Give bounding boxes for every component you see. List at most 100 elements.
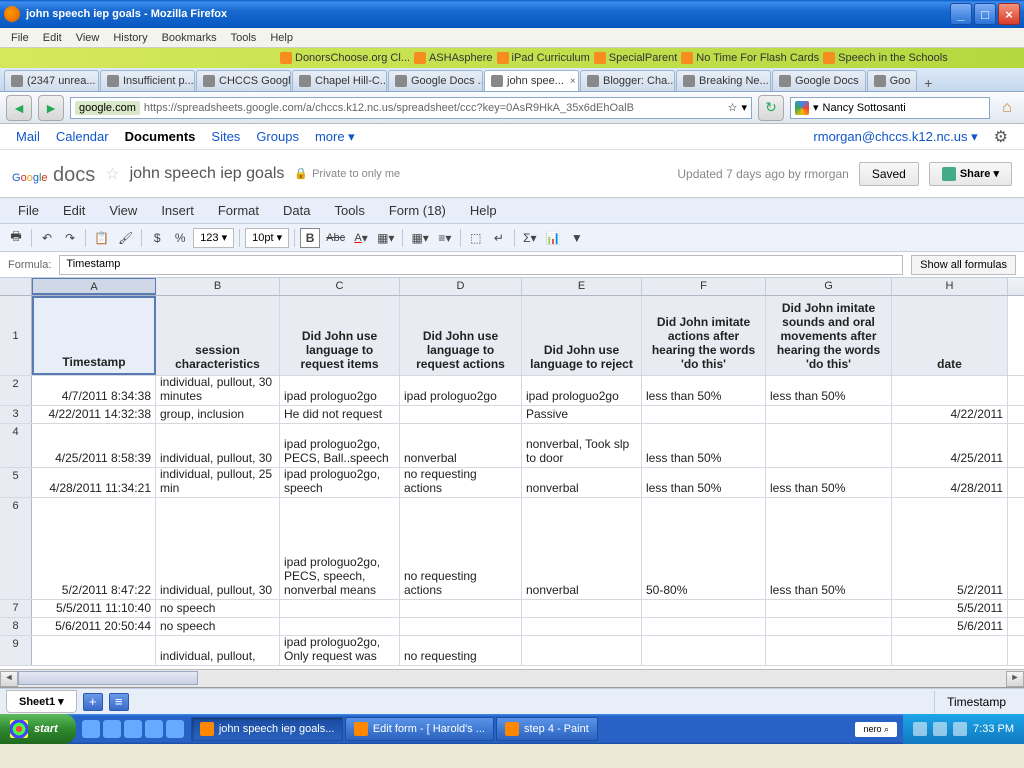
url-bar[interactable]: google.com https://spreadsheets.google.c… [70, 97, 752, 119]
scroll-left-button[interactable]: ◄ [0, 671, 18, 687]
row-number[interactable]: 4 [0, 424, 32, 467]
browser-tab[interactable]: Google Docs [772, 70, 866, 91]
cell[interactable]: less than 50% [766, 498, 892, 599]
close-button[interactable]: × [998, 3, 1020, 25]
header-cell[interactable]: Did John use language to reject [522, 296, 642, 375]
cell[interactable] [766, 636, 892, 665]
cell[interactable]: Passive [522, 406, 642, 423]
ql-icon[interactable] [82, 720, 100, 738]
redo-icon[interactable]: ↷ [60, 228, 80, 248]
ql-icon[interactable] [103, 720, 121, 738]
gear-icon[interactable]: ⚙ [994, 127, 1008, 147]
cell[interactable]: 4/28/2011 11:34:21 [32, 468, 156, 497]
share-button[interactable]: Share ▾ [929, 162, 1012, 186]
col-header-a[interactable]: A [32, 278, 156, 295]
docs-menu-form[interactable]: Form (18) [379, 199, 456, 222]
tray-icon[interactable] [913, 722, 927, 736]
cell[interactable] [766, 600, 892, 617]
nero-widget[interactable]: nero ⌕ [855, 722, 897, 737]
docs-menu-data[interactable]: Data [273, 199, 320, 222]
docs-menu-format[interactable]: Format [208, 199, 269, 222]
col-header-e[interactable]: E [522, 278, 642, 295]
cell[interactable] [32, 636, 156, 665]
cell[interactable]: 5/6/2011 [892, 618, 1008, 635]
menu-edit[interactable]: Edit [36, 30, 69, 46]
col-header-c[interactable]: C [280, 278, 400, 295]
search-bar[interactable]: ▾ Nancy Sottosanti [790, 97, 990, 119]
cell[interactable] [280, 600, 400, 617]
percent-icon[interactable]: % [170, 228, 190, 248]
sheet-list-button[interactable]: ≡ [109, 693, 129, 711]
show-all-formulas-button[interactable]: Show all formulas [911, 255, 1016, 275]
formula-icon[interactable]: Σ▾ [520, 228, 540, 248]
menu-help[interactable]: Help [263, 30, 300, 46]
star-icon[interactable]: ☆ [105, 164, 119, 184]
user-email[interactable]: rmorgan@chccs.k12.nc.us ▾ [813, 129, 977, 145]
cell[interactable]: ipad prologuo2go, Only request was [280, 636, 400, 665]
menu-bookmarks[interactable]: Bookmarks [155, 30, 224, 46]
cell[interactable]: ipad prologuo2go, PECS, Ball..speech [280, 424, 400, 467]
scroll-thumb[interactable] [18, 671, 198, 685]
cell[interactable]: less than 50% [766, 376, 892, 405]
cell[interactable]: 4/25/2011 8:58:39 [32, 424, 156, 467]
print-icon[interactable]: 🖶 [6, 228, 26, 248]
cell[interactable]: ipad prologuo2go [522, 376, 642, 405]
fill-color-icon[interactable]: ▦▾ [374, 228, 397, 248]
cell[interactable]: ipad prologuo2go, PECS, speech, nonverba… [280, 498, 400, 599]
font-size-select[interactable]: 10pt ▾ [245, 228, 289, 248]
formula-input[interactable]: Timestamp [59, 255, 903, 275]
cell[interactable] [766, 406, 892, 423]
cell[interactable] [642, 618, 766, 635]
cell[interactable]: individual, pullout, 30 minutes [156, 376, 280, 405]
bookmark-item[interactable]: iPad Curriculum [497, 52, 590, 64]
ql-icon[interactable] [145, 720, 163, 738]
row-number[interactable]: 3 [0, 406, 32, 423]
sheet-tab[interactable]: Sheet1 ▾ [6, 690, 77, 713]
cell[interactable]: less than 50% [642, 424, 766, 467]
browser-tab[interactable]: (2347 unrea... [4, 70, 99, 91]
docs-menu-edit[interactable]: Edit [53, 199, 95, 222]
browser-tab[interactable]: Blogger: Cha... [580, 70, 675, 91]
cell[interactable]: ipad prologuo2go [280, 376, 400, 405]
cell[interactable]: individual, pullout, 25 min [156, 468, 280, 497]
cell[interactable] [400, 406, 522, 423]
home-button[interactable]: ⌂ [996, 97, 1018, 119]
number-format-select[interactable]: 123 ▾ [193, 228, 234, 248]
clipboard-icon[interactable]: 📋 [91, 228, 112, 248]
col-header-b[interactable]: B [156, 278, 280, 295]
scroll-right-button[interactable]: ► [1006, 671, 1024, 687]
taskbar-button[interactable]: step 4 - Paint [496, 717, 598, 741]
filter-icon[interactable]: ▼ [567, 228, 587, 248]
tab-close-icon[interactable]: × [570, 76, 576, 87]
col-header-g[interactable]: G [766, 278, 892, 295]
bookmark-item[interactable]: ASHAsphere [414, 52, 493, 64]
cell[interactable]: less than 50% [766, 468, 892, 497]
cell[interactable]: less than 50% [642, 468, 766, 497]
cell[interactable]: nonverbal [522, 468, 642, 497]
cell[interactable]: 5/2/2011 8:47:22 [32, 498, 156, 599]
menu-history[interactable]: History [106, 30, 154, 46]
header-cell[interactable]: Did John use language to request actions [400, 296, 522, 375]
cell[interactable]: individual, pullout, [156, 636, 280, 665]
wrap-icon[interactable]: ↵ [489, 228, 509, 248]
text-color-icon[interactable]: A▾ [351, 228, 371, 248]
minimize-button[interactable]: _ [950, 3, 972, 25]
chart-icon[interactable]: 📊 [543, 228, 564, 248]
bookmark-star-icon[interactable]: ☆ [728, 101, 738, 114]
browser-tab[interactable]: Insufficient p... [100, 70, 195, 91]
row-number[interactable]: 9 [0, 636, 32, 665]
cell[interactable] [766, 618, 892, 635]
select-all-corner[interactable] [0, 278, 32, 295]
cell[interactable]: 5/5/2011 [892, 600, 1008, 617]
cell[interactable] [400, 618, 522, 635]
header-cell[interactable]: Did John use language to request items [280, 296, 400, 375]
taskbar-button[interactable]: john speech iep goals... [191, 717, 343, 741]
cell[interactable] [522, 618, 642, 635]
cell[interactable]: 4/22/2011 14:32:38 [32, 406, 156, 423]
bold-icon[interactable]: B [300, 228, 320, 248]
google-docs-logo[interactable]: Google docs [12, 161, 95, 187]
align-icon[interactable]: ≡▾ [435, 228, 455, 248]
cell[interactable]: He did not request [280, 406, 400, 423]
cell[interactable]: 4/25/2011 [892, 424, 1008, 467]
undo-icon[interactable]: ↶ [37, 228, 57, 248]
